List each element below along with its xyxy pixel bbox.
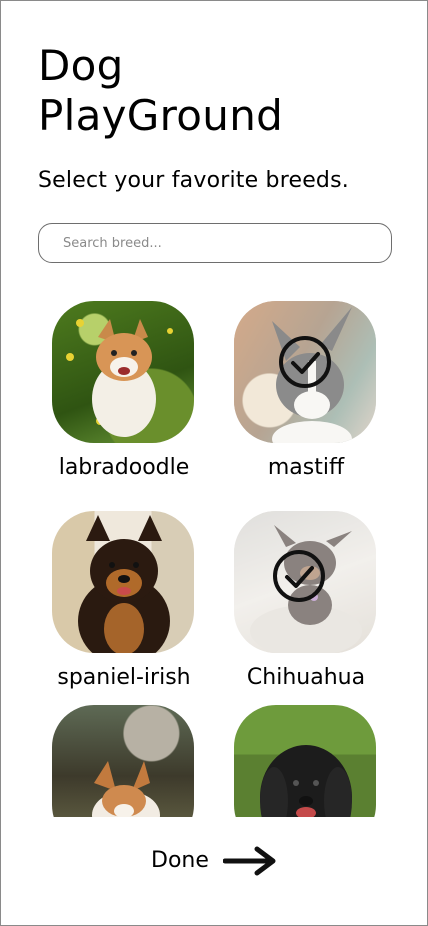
breed-tile[interactable]: labradoodle <box>34 301 214 511</box>
breed-tile[interactable]: spaniel-irish <box>34 511 214 721</box>
breed-tile[interactable]: mastiff <box>216 301 396 511</box>
search-input[interactable] <box>38 223 392 263</box>
page-subtitle: Select your favorite breeds. <box>38 168 349 193</box>
check-circle-icon <box>279 336 331 388</box>
done-button[interactable]: Done <box>151 839 301 883</box>
breed-photo <box>234 705 376 817</box>
breed-tile[interactable] <box>216 705 396 817</box>
breed-label: spaniel-irish <box>57 665 191 690</box>
breed-photo <box>52 511 194 653</box>
breed-photo <box>52 301 194 443</box>
breed-tile[interactable] <box>34 705 214 817</box>
breed-label: Chihuahua <box>246 665 366 690</box>
page-title: Dog PlayGround <box>38 41 284 140</box>
app-screen: Dog PlayGround Select your favorite bree… <box>0 0 428 926</box>
breed-photo <box>52 705 194 817</box>
done-label: Done <box>151 848 209 873</box>
breed-label: labradoodle <box>58 455 190 480</box>
breed-label: mastiff <box>267 455 345 480</box>
check-circle-icon <box>273 550 325 602</box>
breed-photo <box>234 511 376 653</box>
breed-tile[interactable]: Chihuahua <box>216 511 396 721</box>
breed-photo <box>234 301 376 443</box>
breed-grid: labradoodle mastiff spaniel-irish Chihua… <box>1 301 427 817</box>
arrow-right-icon <box>222 846 276 876</box>
